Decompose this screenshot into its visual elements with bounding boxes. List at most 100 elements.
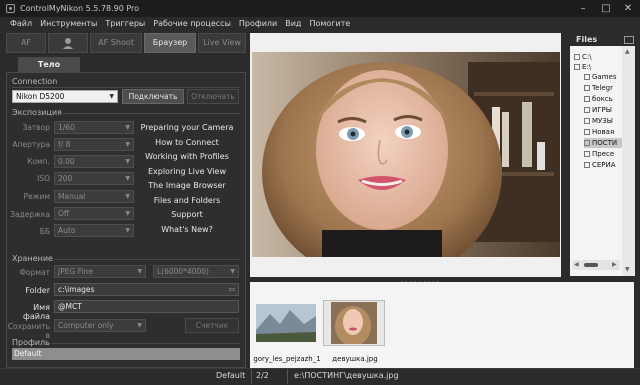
vertical-scrollbar[interactable]: ▲ ▼	[622, 46, 635, 276]
link-exploring-live-view[interactable]: Exploring Live View	[137, 167, 237, 176]
format-select[interactable]: JPEG Fine ▼	[54, 265, 146, 278]
browser-button[interactable]: Браузер	[144, 33, 196, 53]
white-balance-select[interactable]: Auto ▼	[54, 224, 134, 237]
expand-icon[interactable]	[584, 140, 590, 146]
compensation-label: Комп.	[27, 157, 50, 166]
af-shoot-button[interactable]: AF Shoot	[90, 33, 142, 53]
filename-field[interactable]: @MCT	[54, 300, 239, 313]
expand-icon[interactable]	[574, 64, 580, 70]
close-button[interactable]: ✕	[617, 0, 639, 17]
tree-item[interactable]: C:\	[574, 52, 592, 62]
expand-icon[interactable]	[584, 151, 590, 157]
delay-value: Off	[58, 209, 70, 218]
expand-icon[interactable]	[584, 118, 590, 124]
expand-icon[interactable]	[584, 96, 590, 102]
chevron-down-icon: ▼	[125, 158, 130, 165]
mode-value: Manual	[58, 192, 86, 201]
scroll-up-icon[interactable]: ▲	[625, 48, 630, 55]
menu-help[interactable]: Помогите	[305, 17, 354, 31]
size-select[interactable]: L(6000*4000) ▼	[153, 265, 239, 278]
delay-select[interactable]: Off ▼	[54, 207, 134, 220]
aperture-select[interactable]: f/ 8 ▼	[54, 138, 134, 151]
expand-icon[interactable]	[584, 85, 590, 91]
minimize-button[interactable]: –	[572, 0, 594, 17]
profile-heading: Профиль	[12, 338, 50, 347]
format-value: JPEG Fine	[58, 267, 93, 276]
portrait-thumbnail-image	[331, 302, 377, 344]
live-view-button[interactable]: Live View	[198, 33, 246, 53]
save-to-select[interactable]: Computer only ▼	[54, 319, 146, 332]
app-icon	[6, 4, 15, 13]
expand-icon[interactable]	[584, 74, 590, 80]
scroll-thumb[interactable]	[584, 263, 598, 267]
menu-view[interactable]: Вид	[281, 17, 305, 31]
tree-item[interactable]: СЕРИА	[584, 160, 616, 170]
expand-icon[interactable]	[584, 162, 590, 168]
link-files-folders[interactable]: Files and Folders	[137, 196, 237, 205]
tree-item[interactable]: ИГРЫ	[584, 105, 612, 115]
chevron-down-icon: ▼	[125, 124, 130, 131]
scroll-right-icon[interactable]: ▶	[612, 261, 617, 268]
expand-icon[interactable]	[584, 129, 590, 135]
format-label: Формат	[19, 268, 50, 277]
shutter-select[interactable]: 1/60 ▼	[54, 121, 134, 134]
expand-icon[interactable]	[584, 107, 590, 113]
expand-icon[interactable]	[574, 54, 580, 60]
horizontal-scrollbar[interactable]: ◀ ▶	[572, 260, 620, 270]
thumbnail-caption: gory_les_pejzazh_1	[253, 355, 321, 363]
restore-panel-icon[interactable]	[624, 36, 634, 44]
aperture-label: Апертура	[12, 140, 50, 149]
tree-item[interactable]: Games	[584, 72, 617, 82]
compensation-select[interactable]: 0.00 ▼	[54, 155, 134, 168]
menu-workflows[interactable]: Рабочие процессы	[149, 17, 235, 31]
disconnect-button[interactable]: Отключать	[187, 89, 239, 104]
chevron-down-icon: ▼	[137, 268, 142, 275]
profile-list-item[interactable]: Default	[12, 348, 240, 360]
tab-body[interactable]: Тело	[18, 57, 80, 73]
iso-select[interactable]: 200 ▼	[54, 172, 134, 185]
camera-mode-button[interactable]	[48, 33, 88, 53]
link-whats-new[interactable]: What's New?	[137, 225, 237, 234]
folder-browse-icon[interactable]: ▭	[228, 284, 235, 295]
link-preparing-camera[interactable]: Preparing your Camera	[137, 123, 237, 132]
status-profile: Default	[216, 371, 246, 380]
tree-item[interactable]: МУЗЫ	[584, 116, 613, 126]
divider	[12, 87, 240, 88]
mode-label: Режим	[23, 192, 50, 201]
chevron-down-icon: ▼	[109, 93, 114, 100]
link-image-browser[interactable]: The Image Browser	[137, 181, 237, 190]
mode-select[interactable]: Manual ▼	[54, 190, 134, 203]
menu-profiles[interactable]: Профили	[235, 17, 281, 31]
save-to-value: Computer only	[58, 321, 114, 330]
tree-item[interactable]: Telegr	[584, 83, 613, 93]
maximize-button[interactable]: □	[595, 0, 617, 17]
link-support[interactable]: Support	[137, 210, 237, 219]
camera-select[interactable]: Nikon D5200 ▼	[12, 90, 118, 103]
menu-triggers[interactable]: Триггеры	[101, 17, 149, 31]
scroll-down-icon[interactable]: ▼	[625, 266, 630, 273]
tree-item-label: боксь	[592, 95, 613, 103]
folder-tree: C:\ E:\ Games Telegr боксь ИГРЫ МУЗЫ Нов…	[570, 46, 622, 276]
thumbnail-portrait[interactable]	[331, 302, 377, 344]
tree-item[interactable]: E:\	[574, 62, 591, 72]
shutter-label: Затвор	[22, 123, 50, 132]
connect-button[interactable]: Подключать	[122, 89, 184, 104]
link-how-to-connect[interactable]: How to Connect	[137, 138, 237, 147]
menu-tools[interactable]: Инструменты	[36, 17, 101, 31]
tree-item[interactable]: Пресе	[584, 149, 614, 159]
counter-button[interactable]: Счетчик	[185, 318, 239, 333]
tree-item-label: E:\	[582, 63, 592, 71]
tree-item[interactable]: Новая	[584, 127, 614, 137]
preview-image[interactable]	[252, 52, 560, 257]
tree-item[interactable]: боксь	[584, 94, 613, 104]
chevron-down-icon: ▼	[137, 322, 142, 329]
folder-field[interactable]: c:\images ▭	[54, 283, 239, 296]
delay-label: Задержка	[10, 210, 50, 219]
link-working-profiles[interactable]: Working with Profiles	[137, 152, 237, 161]
status-count: 2/2	[256, 371, 269, 380]
scroll-left-icon[interactable]: ◀	[574, 261, 579, 268]
menu-file[interactable]: Файл	[6, 17, 36, 31]
af-button[interactable]: AF	[6, 33, 46, 53]
tree-item-selected[interactable]: ПОСТИ	[584, 138, 622, 148]
thumbnail-mountains[interactable]	[256, 304, 316, 342]
